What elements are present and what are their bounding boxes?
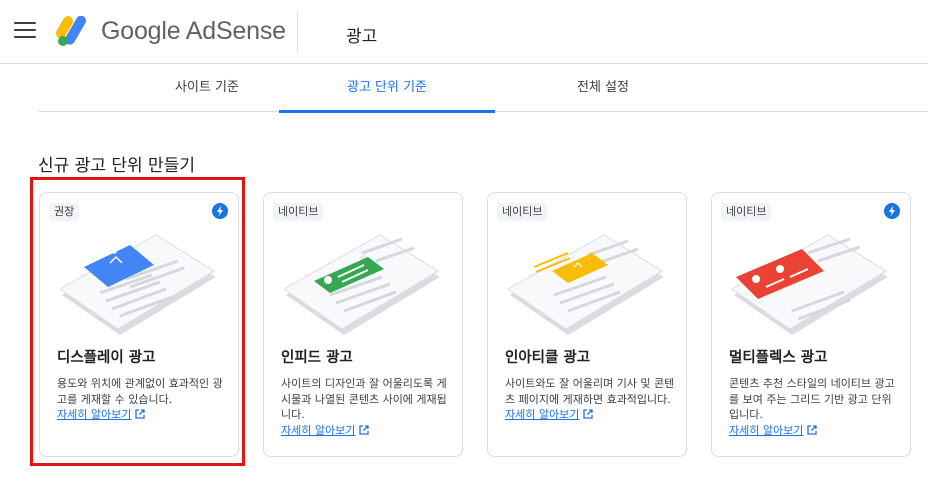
top-app-bar: Google AdSense 광고 bbox=[0, 0, 928, 64]
bolt-icon bbox=[884, 203, 900, 219]
in-feed-ad-card[interactable]: 네이티브 인피드 광고 사이트의 디자인과 잘 어울리도록 게시물과 나열된 콘… bbox=[263, 192, 463, 457]
native-badge: 네이티브 bbox=[721, 203, 772, 221]
open-in-new-icon bbox=[583, 409, 593, 419]
brand-name: Google AdSense bbox=[101, 17, 286, 45]
card-title: 인아티클 광고 bbox=[505, 350, 591, 366]
bolt-icon bbox=[212, 203, 228, 219]
card-title: 멀티플렉스 광고 bbox=[729, 350, 828, 366]
card-description: 사이트와도 잘 어울리며 기사 및 콘텐츠 페이지에 게재하면 효과적입니다. … bbox=[505, 376, 675, 423]
learn-more-label: 자세히 알아보기 bbox=[281, 423, 356, 437]
card-description-text: 사이트와도 잘 어울리며 기사 및 콘텐츠 페이지에 게재하면 효과적입니다. bbox=[505, 377, 675, 406]
recommended-badge: 권장 bbox=[49, 203, 80, 221]
multiplex-ad-illustration bbox=[732, 234, 888, 335]
tab-bar: 사이트 기준 광고 단위 기준 전체 설정 bbox=[38, 64, 928, 113]
card-title: 디스플레이 광고 bbox=[57, 350, 156, 366]
learn-more-label: 자세히 알아보기 bbox=[729, 423, 804, 437]
page-title: 광고 bbox=[346, 27, 378, 47]
in-feed-ad-illustration bbox=[284, 234, 440, 335]
header-divider bbox=[297, 12, 298, 52]
learn-more-link[interactable]: 자세히 알아보기 bbox=[57, 408, 145, 421]
learn-more-link[interactable]: 자세히 알아보기 bbox=[281, 424, 369, 437]
tab-global-settings[interactable]: 전체 설정 bbox=[495, 64, 711, 112]
in-article-ad-illustration bbox=[508, 234, 664, 335]
card-description-text: 사이트의 디자인과 잘 어울리도록 게시물과 나열된 콘텐츠 사이에 게재됩니다… bbox=[281, 377, 447, 421]
menu-icon[interactable] bbox=[14, 22, 36, 40]
multiplex-ad-card[interactable]: 네이티브 멀티플렉스 광고 콘텐츠 추천 스타일의 네이티브 광고를 보여 주는… bbox=[711, 192, 911, 457]
display-ad-illustration bbox=[60, 234, 216, 335]
open-in-new-icon bbox=[807, 424, 817, 435]
open-in-new-icon bbox=[359, 424, 369, 435]
native-badge: 네이티브 bbox=[273, 203, 324, 221]
card-description-text: 용도와 위치에 관계없이 효과적인 광고를 게재할 수 있습니다. bbox=[57, 377, 223, 406]
learn-more-link[interactable]: 자세히 알아보기 bbox=[729, 424, 817, 437]
display-ad-card[interactable]: 권장 디스플레이 광고 용도와 위치에 관계없이 효과적인 광고를 게재할 수 … bbox=[39, 192, 239, 457]
learn-more-link[interactable]: 자세히 알아보기 bbox=[505, 408, 593, 421]
learn-more-label: 자세히 알아보기 bbox=[505, 408, 580, 421]
card-title: 인피드 광고 bbox=[281, 350, 353, 366]
card-description: 사이트의 디자인과 잘 어울리도록 게시물과 나열된 콘텐츠 사이에 게재됩니다… bbox=[281, 376, 451, 438]
native-badge: 네이티브 bbox=[497, 203, 548, 221]
tab-by-ad-unit[interactable]: 광고 단위 기준 bbox=[279, 64, 495, 113]
open-in-new-icon bbox=[135, 409, 145, 419]
section-title: 신규 광고 단위 만들기 bbox=[38, 156, 195, 176]
card-description: 콘텐츠 추천 스타일의 네이티브 광고를 보여 주는 그리드 기반 광고 단위입… bbox=[729, 376, 899, 438]
card-description: 용도와 위치에 관계없이 효과적인 광고를 게재할 수 있습니다. 자세히 알아… bbox=[57, 376, 227, 423]
adsense-logo-icon bbox=[56, 16, 86, 46]
in-article-ad-card[interactable]: 네이티브 인아티클 광고 사이트와도 잘 어울리며 기사 및 콘텐츠 페이지에 … bbox=[487, 192, 687, 457]
learn-more-label: 자세히 알아보기 bbox=[57, 408, 132, 421]
card-description-text: 콘텐츠 추천 스타일의 네이티브 광고를 보여 주는 그리드 기반 광고 단위입… bbox=[729, 377, 895, 421]
